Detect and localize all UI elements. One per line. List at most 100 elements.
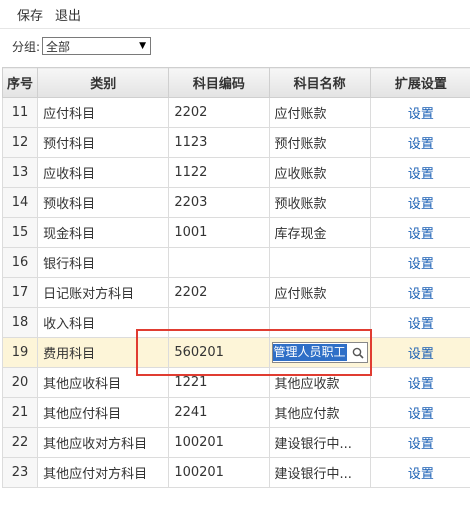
settings-link[interactable]: 设置 bbox=[408, 137, 434, 152]
row-name[interactable] bbox=[268, 247, 371, 278]
row-category[interactable]: 其他应收科目 bbox=[37, 367, 170, 398]
settings-link[interactable]: 设置 bbox=[408, 287, 434, 302]
row-seq: 17 bbox=[1, 277, 39, 308]
settings-link[interactable]: 设置 bbox=[408, 317, 434, 332]
table-row[interactable]: 14 预收科目 2203 预收账款 设置 bbox=[1, 187, 470, 218]
table-row[interactable]: 23 其他应付对方科目 100201 建设银行中... 设置 bbox=[1, 457, 470, 488]
row-category[interactable]: 预付科目 bbox=[37, 127, 170, 158]
settings-link[interactable]: 设置 bbox=[408, 407, 434, 422]
row-name[interactable]: 建设银行中... bbox=[268, 427, 371, 458]
table-row[interactable]: 22 其他应收对方科目 100201 建设银行中... 设置 bbox=[1, 427, 470, 458]
table-row[interactable]: 18 收入科目 设置 bbox=[1, 307, 470, 338]
subject-name-input[interactable]: 管理人员职工 bbox=[271, 342, 368, 363]
row-category[interactable]: 应付科目 bbox=[37, 97, 170, 128]
row-category[interactable]: 费用科目 bbox=[37, 337, 170, 368]
group-select-value: 全部 bbox=[46, 39, 71, 54]
settings-link[interactable]: 设置 bbox=[408, 107, 434, 122]
row-code[interactable]: 100201 bbox=[168, 427, 270, 458]
settings-link[interactable]: 设置 bbox=[408, 197, 434, 212]
row-code[interactable] bbox=[168, 307, 270, 338]
row-name[interactable]: 建设银行中... bbox=[268, 457, 371, 488]
row-category[interactable]: 其他应收对方科目 bbox=[37, 427, 170, 458]
row-name[interactable]: 预收账款 bbox=[268, 187, 371, 218]
row-category[interactable]: 其他应付对方科目 bbox=[37, 457, 170, 488]
table-row[interactable]: 21 其他应付科目 2241 其他应付款 设置 bbox=[1, 397, 470, 428]
search-icon[interactable] bbox=[352, 347, 364, 359]
toolbar: 保存 退出 bbox=[0, 0, 470, 28]
row-category[interactable]: 应收科目 bbox=[37, 157, 170, 188]
group-select[interactable]: 全部 ▼ bbox=[42, 37, 152, 55]
row-name[interactable] bbox=[268, 307, 371, 338]
row-ext: 设置 bbox=[369, 97, 470, 128]
save-button[interactable]: 保存 bbox=[17, 5, 43, 24]
row-seq: 22 bbox=[1, 427, 39, 458]
column-header-name: 科目名称 bbox=[268, 67, 371, 98]
row-ext: 设置 bbox=[369, 127, 470, 158]
row-category[interactable]: 日记账对方科目 bbox=[37, 277, 170, 308]
group-filter: 分组: 全部 ▼ bbox=[12, 37, 152, 55]
table-row[interactable]: 13 应收科目 1122 应收账款 设置 bbox=[1, 157, 470, 188]
row-code[interactable]: 2241 bbox=[168, 397, 270, 428]
row-ext: 设置 bbox=[369, 217, 470, 248]
table-row[interactable]: 20 其他应收科目 1221 其他应收款 设置 bbox=[1, 367, 470, 398]
row-category[interactable]: 预收科目 bbox=[37, 187, 170, 218]
column-header-category: 类别 bbox=[37, 67, 170, 98]
row-ext: 设置 bbox=[369, 457, 470, 488]
row-code[interactable] bbox=[168, 247, 270, 278]
row-category[interactable]: 银行科目 bbox=[37, 247, 170, 278]
row-code[interactable]: 2202 bbox=[168, 97, 270, 128]
row-name[interactable]: 预付账款 bbox=[268, 127, 371, 158]
table-row[interactable]: 17 日记账对方科目 2202 应付账款 设置 bbox=[1, 277, 470, 308]
table-row-selected[interactable]: 19 费用科目 560201 管理人员职工 设置 bbox=[1, 337, 470, 368]
settings-link[interactable]: 设置 bbox=[408, 437, 434, 452]
row-category[interactable]: 其他应付科目 bbox=[37, 397, 170, 428]
row-code[interactable]: 1221 bbox=[168, 367, 270, 398]
settings-link[interactable]: 设置 bbox=[408, 377, 434, 392]
row-category[interactable]: 现金科目 bbox=[37, 217, 170, 248]
row-code[interactable]: 560201 bbox=[168, 337, 270, 368]
row-name[interactable]: 其他应收款 bbox=[268, 367, 371, 398]
row-ext: 设置 bbox=[369, 337, 470, 368]
settings-link[interactable]: 设置 bbox=[408, 347, 434, 362]
row-seq: 13 bbox=[1, 157, 39, 188]
row-seq: 16 bbox=[1, 247, 39, 278]
row-code[interactable]: 2203 bbox=[168, 187, 270, 218]
group-filter-label: 分组: bbox=[12, 39, 41, 54]
column-header-ext: 扩展设置 bbox=[369, 67, 470, 98]
row-ext: 设置 bbox=[369, 157, 470, 188]
table-row[interactable]: 11 应付科目 2202 应付账款 设置 bbox=[1, 97, 470, 128]
row-ext: 设置 bbox=[369, 247, 470, 278]
chevron-down-icon: ▼ bbox=[139, 41, 147, 51]
row-seq: 19 bbox=[1, 337, 39, 368]
row-name[interactable]: 其他应付款 bbox=[268, 397, 371, 428]
row-name[interactable]: 应收账款 bbox=[268, 157, 371, 188]
row-code[interactable]: 100201 bbox=[168, 457, 270, 488]
subject-name-input-text: 管理人员职工 bbox=[272, 344, 347, 361]
exit-button[interactable]: 退出 bbox=[55, 5, 81, 24]
row-seq: 18 bbox=[1, 307, 39, 338]
row-name[interactable]: 应付账款 bbox=[268, 277, 371, 308]
row-category[interactable]: 收入科目 bbox=[37, 307, 170, 338]
row-name[interactable]: 库存现金 bbox=[268, 217, 371, 248]
row-seq: 21 bbox=[1, 397, 39, 428]
settings-link[interactable]: 设置 bbox=[408, 257, 434, 272]
settings-link[interactable]: 设置 bbox=[408, 467, 434, 482]
settings-link[interactable]: 设置 bbox=[408, 167, 434, 182]
table-row[interactable]: 15 现金科目 1001 库存现金 设置 bbox=[1, 217, 470, 248]
row-code[interactable]: 1123 bbox=[168, 127, 270, 158]
row-seq: 12 bbox=[1, 127, 39, 158]
row-seq: 15 bbox=[1, 217, 39, 248]
row-ext: 设置 bbox=[369, 367, 470, 398]
table-row[interactable]: 12 预付科目 1123 预付账款 设置 bbox=[1, 127, 470, 158]
row-code[interactable]: 2202 bbox=[168, 277, 270, 308]
settings-link[interactable]: 设置 bbox=[408, 227, 434, 242]
table-row[interactable]: 16 银行科目 设置 bbox=[1, 247, 470, 278]
row-seq: 23 bbox=[1, 457, 39, 488]
row-code[interactable]: 1001 bbox=[168, 217, 270, 248]
row-name[interactable]: 应付账款 bbox=[268, 97, 371, 128]
table-header-row: 序号 类别 科目编码 科目名称 扩展设置 bbox=[1, 67, 470, 98]
row-ext: 设置 bbox=[369, 397, 470, 428]
row-code[interactable]: 1122 bbox=[168, 157, 270, 188]
row-ext: 设置 bbox=[369, 277, 470, 308]
row-seq: 11 bbox=[1, 97, 39, 128]
